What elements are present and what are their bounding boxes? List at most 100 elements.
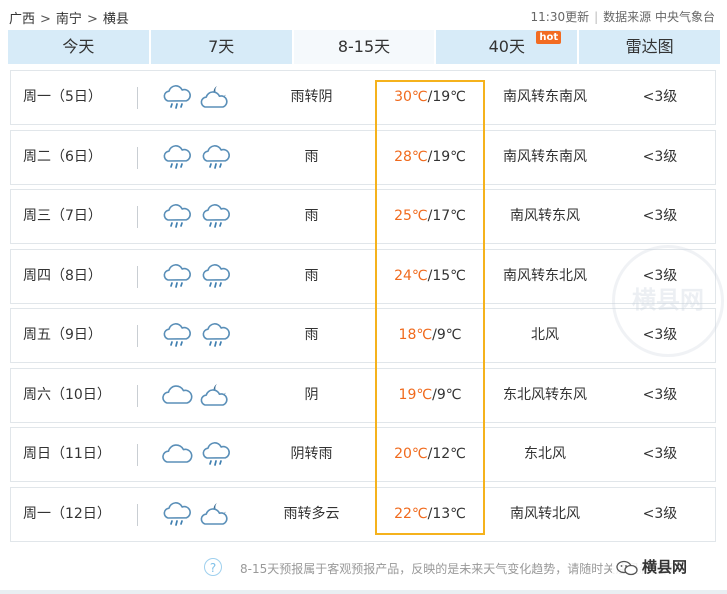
breadcrumb-separator: > [40,12,51,27]
wind-direction: 东北风 [524,446,566,462]
wind-direction: 南风转东北风 [503,267,587,284]
question-icon[interactable]: ? [204,558,222,576]
day-label: 周二（6日） [23,148,102,165]
day-label: 周一（12日） [23,505,111,522]
brand-badge: 横县网 [612,556,692,578]
tab-today[interactable]: 今天 [8,30,149,64]
wind-direction: 南风转北风 [510,505,580,522]
high-temp: 22℃ [394,505,428,522]
partly-cloudy-moon-icon [200,83,232,113]
forecast-row: 周日（11日） 阴转雨 20℃/12℃ 东北风 <3级 [10,427,716,482]
row-divider [137,265,138,288]
weather-icons [161,131,251,184]
wind-level: <3级 [642,327,678,343]
row-divider [137,384,138,407]
tab-label: 40天 [488,37,525,56]
day-label: 周五（9日） [23,327,102,343]
high-temp: 19℃ [398,386,433,403]
tab-radar[interactable]: 雷达图 [579,30,720,64]
weather-icons [161,488,251,541]
day-label: 周一（5日） [23,89,102,105]
wind-direction: 南风转东南风 [503,89,587,105]
wind-level: <3级 [642,148,678,165]
weather-icons [161,71,251,124]
weather-icons [161,309,251,362]
high-temp: 18℃ [398,327,433,343]
row-divider [137,146,138,169]
high-temp: 28℃ [394,148,428,165]
high-temp: 25℃ [394,208,428,224]
wind-level: <3级 [642,267,678,284]
weather-icons [161,369,251,422]
day-label: 周三（7日） [23,208,102,224]
wind-direction: 南风转东风 [510,208,580,224]
forecast-row: 周二（6日） 雨 28℃/19℃ 南风转东南风 <3级 [10,129,716,185]
temperature-range: 24℃/15℃ [375,250,485,303]
rain-cloud-icon [200,202,232,232]
forecast-row: 周三（7日） 雨 25℃/17℃ 南风转东风 <3级 [10,189,716,244]
low-temp: 12℃ [432,446,466,462]
day-label: 周日（11日） [23,446,111,462]
wechat-icon [616,560,638,575]
wind-level: <3级 [642,505,678,522]
forecast-tabs: 今天 7天 8-15天 40天 hot 雷达图 [8,30,720,64]
low-temp: 9℃ [436,327,462,343]
rain-cloud-icon [200,143,232,173]
row-divider [137,206,138,228]
partly-cloudy-moon-icon [200,381,232,411]
weather-description: 雨 [304,148,319,165]
breadcrumb-county: 横县 [102,12,129,27]
weather-description: 雨 [304,267,319,284]
temperature-range: 30℃/19℃ [375,71,485,124]
forecast-row: 周四（8日） 雨 24℃/15℃ 南风转东北风 <3级 [10,248,716,304]
breadcrumb: 广西 > 南宁 > 横县 [9,8,129,27]
temperature-range: 18℃/9℃ [375,309,485,362]
wind-level: <3级 [642,446,678,462]
low-temp: 19℃ [432,89,466,105]
temperature-range: 28℃/19℃ [375,131,485,184]
low-temp: 19℃ [432,148,466,165]
tab-label: 雷达图 [625,37,674,56]
update-meta: 11:30更新 | 数据来源 中央气象台 [531,8,715,25]
forecast-row: 周一（5日） 雨转阴 30℃/19℃ 南风转东南风 <3级 [10,70,716,125]
rain-cloud-icon [200,440,232,470]
wind-direction: 东北风转东风 [503,386,587,403]
high-temp: 30℃ [394,89,428,105]
wind-level: <3级 [642,386,678,403]
day-label: 周四（8日） [23,267,102,284]
top-bar: 广西 > 南宁 > 横县 11:30更新 | 数据来源 中央气象台 [0,0,727,32]
weather-icons [161,250,251,303]
tab-7-days[interactable]: 7天 [150,30,292,64]
wind-level: <3级 [642,89,678,105]
forecast-row: 周五（9日） 雨 18℃/9℃ 北风 <3级 [10,308,716,363]
temperature-range: 25℃/17℃ [375,190,485,243]
wind-level: <3级 [642,208,678,224]
breadcrumb-city[interactable]: 南宁 [56,8,82,27]
rain-cloud-icon [161,202,193,232]
meta-divider: | [594,10,599,24]
low-temp: 13℃ [432,505,466,522]
brand-name: 横县网 [642,558,688,576]
weather-description: 雨 [304,208,319,224]
update-time: 11:30更新 [530,10,590,24]
weather-description: 阴 [304,386,319,403]
data-source: 数据来源 中央气象台 [603,10,715,24]
tab-8-15-days[interactable]: 8-15天 [293,30,435,64]
wind-direction: 南风转东南风 [503,148,587,165]
weather-description: 雨 [304,327,319,343]
breadcrumb-separator: > [86,12,98,27]
tab-label: 今天 [62,37,95,56]
tab-40-days[interactable]: 40天 hot [436,30,578,64]
row-divider [137,325,138,347]
cloud-icon [161,381,193,411]
weather-description: 阴转雨 [290,446,333,462]
weather-icons [161,428,251,481]
temperature-range: 19℃/9℃ [375,369,485,422]
weather-icons [161,190,251,243]
partly-cloudy-moon-icon [200,500,232,530]
rain-cloud-icon [161,500,193,530]
weather-description: 雨转阴 [290,89,333,105]
low-temp: 15℃ [432,267,466,284]
rain-cloud-icon [161,83,193,113]
breadcrumb-province[interactable]: 广西 [9,8,35,27]
